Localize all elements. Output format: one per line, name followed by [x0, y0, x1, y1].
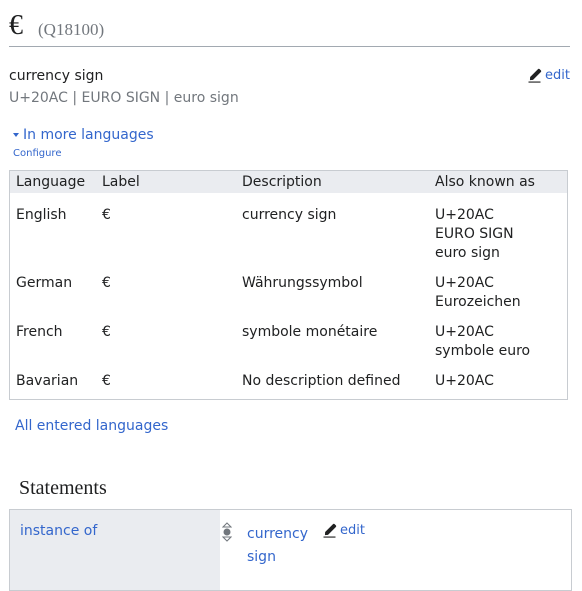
- alias: euro sign: [173, 90, 239, 106]
- alias: U+20AC: [9, 90, 68, 106]
- item-aliases: U+20AC | EURO SIGN | euro sign: [9, 90, 239, 106]
- caret-down-icon: [13, 133, 19, 137]
- label-cell: €: [102, 373, 111, 389]
- normal-rank-icon[interactable]: [222, 522, 232, 542]
- column-header: Label: [96, 171, 236, 193]
- item-description: currency sign: [9, 68, 104, 84]
- alias: EURO SIGN: [81, 90, 161, 106]
- table-row: English € currency sign U+20AC EURO SIGN…: [10, 193, 567, 271]
- more-languages-label: In more languages: [23, 127, 154, 143]
- page-title: €: [9, 10, 23, 41]
- alias-separator: |: [67, 90, 82, 106]
- description-cell: symbole monétaire: [242, 324, 378, 340]
- edit-terms-button[interactable]: edit: [527, 68, 570, 83]
- description-cell: No description defined: [242, 373, 401, 389]
- alias-separator: |: [160, 90, 174, 106]
- statement-value-link[interactable]: currency sign: [247, 523, 317, 569]
- table-row: German € Währungssymbol U+20AC Eurozeich…: [10, 271, 567, 320]
- aliases-cell: U+20AC symbole euro: [429, 320, 567, 369]
- table-row: Bavarian € No description defined U+20AC: [10, 369, 567, 399]
- all-languages-link[interactable]: All entered languages: [15, 418, 168, 434]
- alias: U+20AC: [435, 324, 494, 340]
- configure-link[interactable]: Configure: [13, 148, 61, 159]
- column-header: Language: [10, 171, 96, 193]
- item-id: (Q18100): [38, 20, 105, 39]
- edit-label: edit: [340, 523, 365, 538]
- language-cell: German: [16, 275, 73, 291]
- label-cell: €: [102, 207, 111, 223]
- alias: EURO SIGN: [435, 226, 514, 242]
- aliases-cell: U+20AC Eurozeichen: [429, 271, 567, 320]
- label-cell: €: [102, 324, 111, 340]
- language-cell: French: [16, 324, 63, 340]
- description-cell: currency sign: [242, 207, 337, 223]
- pencil-icon: [528, 68, 542, 83]
- language-table: Language Label Description Also known as…: [9, 170, 568, 400]
- column-header: Also known as: [429, 171, 567, 193]
- property-link[interactable]: instance of: [20, 523, 97, 539]
- edit-statement-button[interactable]: edit: [322, 523, 365, 538]
- more-languages-toggle[interactable]: In more languages: [13, 127, 154, 143]
- page-header: € (Q18100): [9, 6, 570, 47]
- language-cell: English: [16, 207, 67, 223]
- column-header: Description: [236, 171, 429, 193]
- aliases-cell: U+20AC: [429, 369, 567, 399]
- alias: U+20AC: [435, 207, 494, 223]
- alias: symbole euro: [435, 343, 531, 359]
- statement-group: instance of currency sign edit: [9, 509, 572, 591]
- alias: euro sign: [435, 245, 500, 261]
- property-column: instance of: [10, 510, 220, 590]
- description-cell: Währungssymbol: [242, 275, 363, 291]
- statements-heading: Statements: [19, 477, 107, 499]
- table-row: French € symbole monétaire U+20AC symbol…: [10, 320, 567, 369]
- table-header-row: Language Label Description Also known as: [10, 171, 567, 193]
- alias: U+20AC: [435, 275, 494, 291]
- alias: Eurozeichen: [435, 294, 521, 310]
- alias: U+20AC: [435, 373, 494, 389]
- pencil-icon: [323, 523, 337, 538]
- aliases-cell: U+20AC EURO SIGN euro sign: [429, 193, 567, 271]
- label-cell: €: [102, 275, 111, 291]
- edit-label: edit: [545, 68, 570, 83]
- language-cell: Bavarian: [16, 373, 79, 389]
